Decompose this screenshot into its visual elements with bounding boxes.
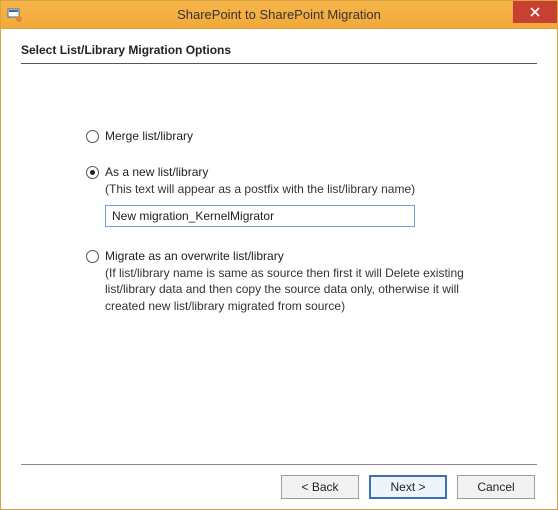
radio-overwrite[interactable] bbox=[86, 250, 99, 263]
cancel-button[interactable]: Cancel bbox=[457, 475, 535, 499]
option-merge: Merge list/library bbox=[86, 129, 496, 143]
app-icon bbox=[7, 7, 23, 23]
close-icon bbox=[530, 7, 540, 17]
radio-new-row[interactable]: As a new list/library bbox=[86, 165, 496, 179]
heading-divider bbox=[21, 63, 537, 64]
radio-merge-row[interactable]: Merge list/library bbox=[86, 129, 496, 143]
button-row: < Back Next > Cancel bbox=[21, 465, 537, 503]
radio-merge[interactable] bbox=[86, 130, 99, 143]
content-area: Select List/Library Migration Options Me… bbox=[1, 29, 557, 509]
window-title: SharePoint to SharePoint Migration bbox=[1, 7, 557, 22]
option-new: As a new list/library (This text will ap… bbox=[86, 165, 496, 227]
next-button[interactable]: Next > bbox=[369, 475, 447, 499]
option-overwrite: Migrate as an overwrite list/library (If… bbox=[86, 249, 496, 314]
footer: < Back Next > Cancel bbox=[21, 464, 537, 503]
radio-new[interactable] bbox=[86, 166, 99, 179]
radio-new-label[interactable]: As a new list/library bbox=[105, 165, 208, 179]
option-new-help: (This text will appear as a postfix with… bbox=[105, 181, 496, 197]
page-heading: Select List/Library Migration Options bbox=[21, 39, 537, 63]
back-button[interactable]: < Back bbox=[281, 475, 359, 499]
dialog-window: SharePoint to SharePoint Migration Selec… bbox=[0, 0, 558, 510]
radio-merge-label[interactable]: Merge list/library bbox=[105, 129, 193, 143]
radio-overwrite-row[interactable]: Migrate as an overwrite list/library bbox=[86, 249, 496, 263]
close-button[interactable] bbox=[513, 1, 557, 23]
radio-overwrite-label[interactable]: Migrate as an overwrite list/library bbox=[105, 249, 284, 263]
postfix-input[interactable] bbox=[105, 205, 415, 227]
option-overwrite-help: (If list/library name is same as source … bbox=[105, 265, 496, 314]
options-group: Merge list/library As a new list/library… bbox=[86, 129, 496, 336]
titlebar: SharePoint to SharePoint Migration bbox=[1, 1, 557, 29]
